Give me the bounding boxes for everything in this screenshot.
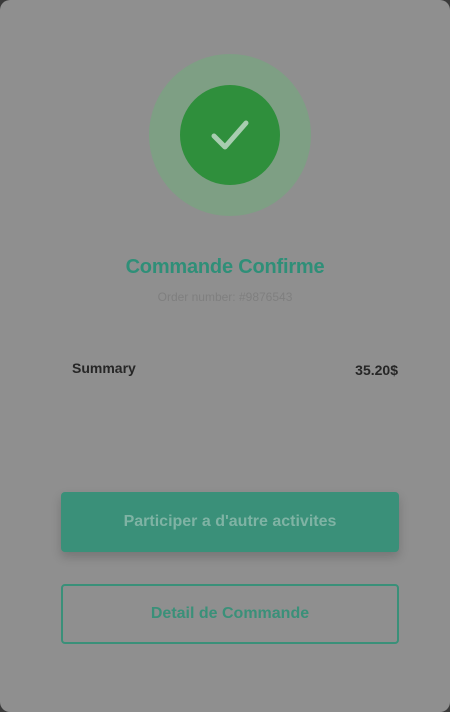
participate-button-label: Participer a d'autre activites: [123, 513, 337, 530]
summary-label: Summary: [72, 360, 136, 376]
confirmation-card: Commande Confirme Order number: #9876543…: [0, 0, 450, 712]
participate-button[interactable]: Participer a d'autre activites: [61, 492, 399, 552]
success-badge: [180, 85, 280, 185]
order-detail-button-label: Detail de Commande: [150, 605, 310, 622]
summary-total: 35.20$: [355, 362, 398, 378]
confirmation-title: Commande Confirme: [125, 256, 325, 278]
order-number: Order number: #9876543: [157, 290, 293, 304]
check-icon: [210, 117, 250, 153]
order-detail-button[interactable]: Detail de Commande: [61, 584, 399, 644]
